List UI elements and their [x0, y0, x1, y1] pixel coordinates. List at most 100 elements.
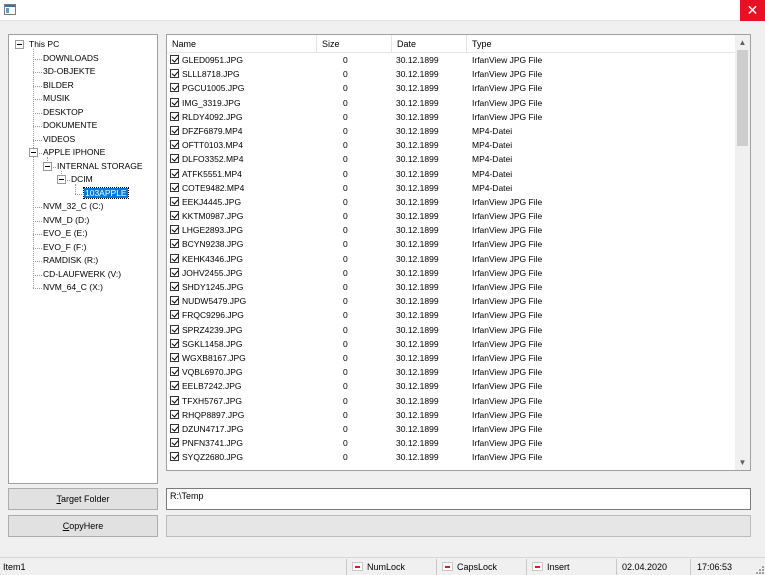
file-type: IrfanView JPG File — [472, 239, 543, 250]
file-row[interactable]: PGCU1005.JPG 0 30.12.1899 IrfanView JPG Fil… — [167, 81, 735, 95]
file-row[interactable]: SHDY1245.JPG 0 30.12.1899 IrfanView JPG Fil… — [167, 280, 735, 294]
column-header-name[interactable]: Name — [167, 35, 317, 53]
tree-node[interactable]: DESKTOP — [42, 106, 84, 119]
file-name: TFXH5767.JPG — [182, 395, 242, 406]
collapse-icon[interactable] — [15, 40, 24, 49]
tree-node[interactable]: NVM_D (D:) — [42, 214, 90, 227]
file-row[interactable]: OFTT0103.MP4 0 30.12.1899 MP4-Datei — [167, 138, 735, 152]
tree-node[interactable]: NVM_64_C (X:) — [42, 281, 104, 294]
file-row[interactable]: GLED0951.JPG 0 30.12.1899 IrfanView JPG Fil… — [167, 53, 735, 67]
file-checkbox[interactable] — [170, 310, 179, 320]
tree-node[interactable]: APPLE IPHONE — [42, 146, 106, 159]
file-checkbox[interactable] — [170, 69, 179, 79]
file-checkbox[interactable] — [170, 296, 179, 306]
file-checkbox[interactable] — [170, 168, 179, 178]
file-checkbox[interactable] — [170, 352, 179, 362]
tree-node[interactable]: 103APPLE — [83, 186, 129, 200]
resize-grip-icon[interactable] — [754, 564, 764, 574]
scroll-up-icon[interactable]: ▲ — [735, 35, 750, 50]
file-row[interactable]: IMG_3319.JPG 0 30.12.1899 IrfanView JPG Fil… — [167, 96, 735, 110]
file-type: IrfanView JPG File — [472, 452, 543, 463]
file-checkbox[interactable] — [170, 83, 179, 93]
file-row[interactable]: COTE9482.MP4 0 30.12.1899 MP4-Datei — [167, 181, 735, 195]
file-checkbox[interactable] — [170, 282, 179, 291]
file-checkbox[interactable] — [170, 225, 179, 235]
file-checkbox[interactable] — [170, 154, 179, 164]
tree-node[interactable]: NVM_32_C (C:) — [42, 200, 104, 213]
tree-node[interactable]: DCIM — [70, 173, 94, 186]
file-row[interactable]: JOHV2455.JPG 0 30.12.1899 IrfanView JPG Fil… — [167, 266, 735, 280]
file-checkbox[interactable] — [170, 140, 179, 150]
file-row[interactable]: SGKL1458.JPG 0 30.12.1899 IrfanView JPG Fil… — [167, 337, 735, 351]
file-row[interactable]: WGXB8167.JPG 0 30.12.1899 IrfanView JPG Fil… — [167, 351, 735, 365]
file-row[interactable]: TFXH5767.JPG 0 30.12.1899 IrfanView JPG Fil… — [167, 394, 735, 408]
vertical-scrollbar[interactable]: ▲ ▼ — [735, 35, 750, 470]
file-checkbox[interactable] — [170, 452, 179, 462]
file-row[interactable]: SYQZ2680.JPG 0 30.12.1899 IrfanView JPG Fil… — [167, 450, 735, 464]
file-row[interactable]: LHGE2893.JPG 0 30.12.1899 IrfanView JPG Fil… — [167, 223, 735, 237]
file-checkbox[interactable] — [170, 239, 179, 249]
file-checkbox[interactable] — [170, 395, 179, 405]
file-row[interactable]: VQBL6970.JPG 0 30.12.1899 IrfanView JPG Fil… — [167, 365, 735, 379]
file-row[interactable]: DZUN4717.JPG 0 30.12.1899 IrfanView JPG Fil… — [167, 422, 735, 436]
file-checkbox[interactable] — [170, 125, 179, 135]
scroll-down-icon[interactable]: ▼ — [735, 455, 750, 470]
tree-node[interactable]: EVO_E (E:) — [42, 227, 88, 240]
file-row[interactable]: SLLL8718.JPG 0 30.12.1899 IrfanView JPG Fil… — [167, 67, 735, 81]
file-row[interactable]: KEHK4346.JPG 0 30.12.1899 IrfanView JPG Fil… — [167, 252, 735, 266]
column-header-size[interactable]: Size — [317, 35, 392, 53]
file-checkbox[interactable] — [170, 267, 179, 277]
tree-node[interactable]: 3D-OBJEKTE — [42, 65, 96, 78]
file-checkbox[interactable] — [170, 438, 179, 448]
tree-node[interactable]: CD-LAUFWERK (V:) — [42, 268, 122, 281]
scroll-thumb[interactable] — [737, 50, 748, 146]
target-path-field[interactable]: R:\Temp — [166, 488, 751, 510]
file-checkbox[interactable] — [170, 182, 179, 192]
file-row[interactable]: FRQC9296.JPG 0 30.12.1899 IrfanView JPG Fil… — [167, 308, 735, 322]
file-checkbox[interactable] — [170, 381, 179, 391]
file-row[interactable]: ATFK5551.MP4 0 30.12.1899 MP4-Datei — [167, 167, 735, 181]
file-row[interactable]: KKTM0987.JPG 0 30.12.1899 IrfanView JPG Fil… — [167, 209, 735, 223]
file-checkbox[interactable] — [170, 423, 179, 433]
folder-tree[interactable]: This PC DOWNLOADS 3D-OBJEKTE BILDER MUSIK DES… — [8, 34, 158, 484]
file-checkbox[interactable] — [170, 367, 179, 377]
tree-node[interactable]: EVO_F (F:) — [42, 241, 87, 254]
file-checkbox[interactable] — [170, 55, 179, 64]
file-checkbox[interactable] — [170, 324, 179, 334]
tree-node[interactable]: MUSIK — [42, 92, 71, 105]
file-date: 30.12.1899 — [396, 225, 439, 236]
tree-node[interactable]: VIDEOS — [42, 133, 76, 146]
file-checkbox[interactable] — [170, 409, 179, 419]
column-header-date[interactable]: Date — [392, 35, 467, 53]
file-row[interactable]: EELB7242.JPG 0 30.12.1899 IrfanView JPG Fil… — [167, 379, 735, 393]
collapse-icon[interactable] — [43, 161, 52, 171]
tree-node[interactable]: DOWNLOADS — [42, 52, 100, 65]
file-row[interactable]: SPRZ4239.JPG 0 30.12.1899 IrfanView JPG Fil… — [167, 323, 735, 337]
tree-node[interactable]: This PC — [28, 38, 60, 51]
file-row[interactable]: DFZF6879.MP4 0 30.12.1899 MP4-Datei — [167, 124, 735, 138]
target-folder-button[interactable]: Target Folder — [8, 488, 158, 510]
file-checkbox[interactable] — [170, 97, 179, 107]
tree-node[interactable]: BILDER — [42, 79, 75, 92]
file-row[interactable]: PNFN3741.JPG 0 30.12.1899 IrfanView JPG Fil… — [167, 436, 735, 450]
collapse-icon[interactable] — [29, 148, 38, 157]
file-row[interactable]: BCYN9238.JPG 0 30.12.1899 IrfanView JPG Fil… — [167, 237, 735, 251]
collapse-icon[interactable] — [57, 175, 66, 184]
copy-here-button[interactable]: CopyHere — [8, 515, 158, 537]
file-row[interactable]: EEKJ4445.JPG 0 30.12.1899 IrfanView JPG Fil… — [167, 195, 735, 209]
file-row[interactable]: NUDW5479.JPG 0 30.12.1899 IrfanView JPG Fil… — [167, 294, 735, 308]
file-checkbox[interactable] — [170, 338, 179, 348]
file-checkbox[interactable] — [170, 196, 179, 206]
tree-node[interactable]: DOKUMENTE — [42, 119, 98, 132]
tree-node[interactable]: RAMDISK (R:) — [42, 254, 99, 267]
file-checkbox[interactable] — [170, 253, 179, 263]
file-checkbox[interactable] — [170, 111, 179, 121]
file-list[interactable]: Name Size Date Type GLED0951.JPG 0 30.12.1… — [166, 34, 751, 471]
file-row[interactable]: RHQP8897.JPG 0 30.12.1899 IrfanView JPG Fil… — [167, 408, 735, 422]
file-row[interactable]: RLDY4092.JPG 0 30.12.1899 IrfanView JPG Fil… — [167, 110, 735, 124]
column-header-type[interactable]: Type — [467, 35, 735, 53]
file-row[interactable]: DLFO3352.MP4 0 30.12.1899 MP4-Datei — [167, 152, 735, 166]
file-checkbox[interactable] — [170, 211, 179, 221]
close-button[interactable]: ✕ — [740, 0, 765, 21]
tree-node[interactable]: INTERNAL STORAGE — [56, 160, 144, 173]
